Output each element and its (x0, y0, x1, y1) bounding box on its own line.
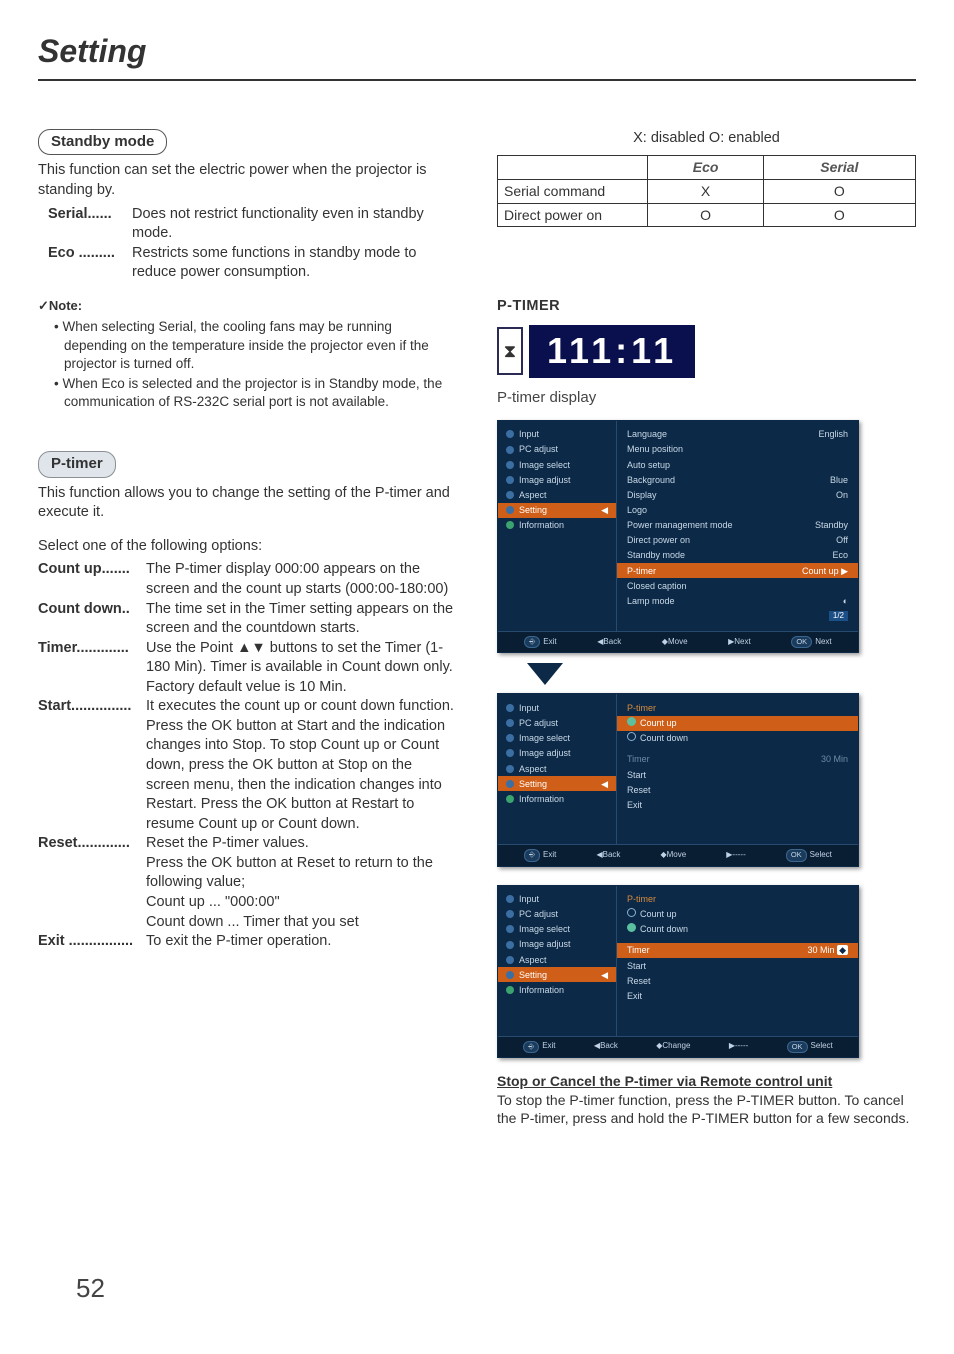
osd-item-highlighted: Timer 30 Min ◆ (617, 943, 858, 958)
page-number: 52 (76, 1271, 105, 1306)
osd-nav-item: Aspect (498, 487, 616, 502)
stop-cancel-title: Stop or Cancel the P-timer via Remote co… (497, 1072, 916, 1091)
osd-screenshot-1: Input PC adjust Image select Image adjus… (497, 420, 859, 654)
def-term: Exit ................ (38, 932, 146, 952)
def-desc: Use the Point ▲▼ buttons to set the Time… (146, 639, 457, 698)
osd-nav-item: Image select (498, 457, 616, 472)
def-desc: Restricts some functions in standby mode… (132, 244, 457, 283)
table-row: Direct power on O O (498, 203, 916, 227)
def-desc: It executes the count up or count down f… (146, 697, 457, 834)
stop-cancel-body: To stop the P-timer function, press the … (497, 1091, 916, 1129)
def-row: Eco ......... Restricts some functions i… (48, 244, 457, 283)
osd-screenshot-3: Input PC adjust Image select Image adjus… (497, 885, 859, 1058)
ptimer-section: P-timer This function allows you to chan… (38, 451, 457, 951)
standby-defs: Serial...... Does not restrict functiona… (38, 205, 457, 283)
ptimer-intro: This function allows you to change the s… (38, 484, 457, 523)
th-blank (498, 155, 648, 179)
ptimer-pill: P-timer (38, 451, 116, 477)
ptimer-value: 111:11 (529, 325, 695, 378)
standby-table: Eco Serial Serial command X O Direct pow… (497, 155, 916, 228)
osd-footer: ⎆Exit ◀Back ◆Change ▶----- OKSelect (498, 1036, 858, 1057)
note-item: When selecting Serial, the cooling fans … (50, 318, 457, 373)
right-column: X: disabled O: enabled Eco Serial Serial… (497, 129, 916, 1128)
note-heading: ✓Note: (38, 297, 457, 315)
stepper-icon: ◆ (837, 945, 848, 955)
def-desc: The time set in the Timer setting appear… (146, 600, 457, 639)
osd-footer: ⎆Exit ◀Back ◆Move ▶----- OKSelect (498, 844, 858, 865)
cell: O (763, 203, 915, 227)
legend: X: disabled O: enabled (497, 129, 916, 149)
osd-left-nav: Input PC adjust Image select Image adjus… (498, 694, 616, 844)
left-column: Standby mode This function can set the e… (38, 129, 457, 1128)
osd-nav-item: PC adjust (498, 442, 616, 457)
def-desc: Does not restrict functionality even in … (132, 205, 457, 244)
standby-pill: Standby mode (38, 129, 167, 155)
ptimer-heading: P-TIMER (497, 297, 916, 317)
osd-panel-head: P-timer (617, 700, 858, 715)
osd-panel-head: P-timer (617, 892, 858, 907)
arrow-down-icon (527, 663, 563, 685)
cell-label: Direct power on (498, 203, 648, 227)
cell: O (763, 179, 915, 203)
def-desc: The P-timer display 000:00 appears on th… (146, 560, 457, 599)
osd-item-highlighted: P-timerCount up ▶ (617, 563, 858, 578)
ptimer-select-line: Select one of the following options: (38, 537, 457, 557)
note-item: When Eco is selected and the projector i… (50, 375, 457, 411)
table-row: Serial command X O (498, 179, 916, 203)
th-serial: Serial (763, 155, 915, 179)
page-title: Setting (38, 30, 916, 81)
hourglass-icon: ⧗ (497, 327, 523, 375)
standby-intro: This function can set the electric power… (38, 161, 457, 200)
def-desc: Reset the P-timer values. Press the OK b… (146, 834, 457, 932)
osd-nav-item: Image adjust (498, 472, 616, 487)
standby-section: Standby mode This function can set the e… (38, 129, 457, 411)
cell-label: Serial command (498, 179, 648, 203)
def-term: Eco ......... (48, 244, 132, 283)
osd-left-nav: Input PC adjust Image select Image adjus… (498, 886, 616, 1036)
osd-nav-item-selected: Setting◀ (498, 503, 616, 518)
ptimer-defs: Count up.......The P-timer display 000:0… (38, 560, 457, 951)
osd-footer: ⎆Exit ◀Back ◆Move ▶Next OKNext (498, 631, 858, 652)
cell: O (648, 203, 763, 227)
def-term: Reset............. (38, 834, 146, 932)
cell: X (648, 179, 763, 203)
osd-nav-item: Information (498, 518, 616, 533)
ptimer-display: ⧗ 111:11 (497, 325, 916, 378)
th-eco: Eco (648, 155, 763, 179)
ptimer-caption: P-timer display (497, 388, 916, 408)
def-term: Count down.. (38, 600, 146, 639)
def-term: Timer............. (38, 639, 146, 698)
osd-right-panel: LanguageEnglish Menu position Auto setup… (616, 421, 858, 631)
def-desc: To exit the P-timer operation. (146, 932, 457, 952)
osd-nav-item: Input (498, 427, 616, 442)
osd-option-selected: Count up (617, 716, 858, 731)
note-list: When selecting Serial, the cooling fans … (38, 318, 457, 411)
table-header-row: Eco Serial (498, 155, 916, 179)
def-term: Count up....... (38, 560, 146, 599)
def-row: Serial...... Does not restrict functiona… (48, 205, 457, 244)
osd-left-nav: Input PC adjust Image select Image adjus… (498, 421, 616, 631)
def-term: Start............... (38, 697, 146, 834)
osd-pager: 1/2 (829, 611, 848, 622)
def-term: Serial...... (48, 205, 132, 244)
osd-screenshot-2: Input PC adjust Image select Image adjus… (497, 693, 859, 866)
